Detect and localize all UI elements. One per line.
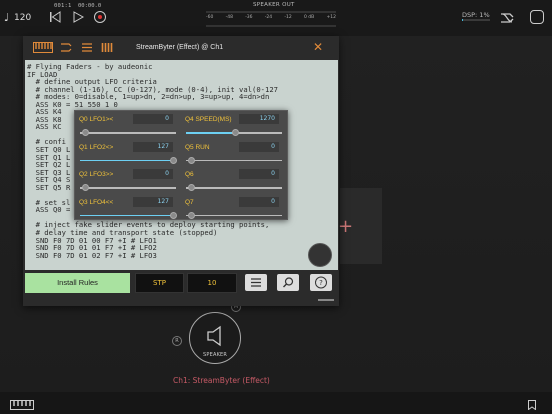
slider-track[interactable] — [80, 129, 176, 136]
slider-label: Q3 LFO4<< — [79, 198, 114, 206]
slider-track[interactable] — [80, 156, 177, 164]
sliders-panel-icon[interactable] — [101, 42, 113, 53]
slider-knob[interactable] — [188, 184, 195, 191]
meter-scale: -60 -48 -36 -24 -12 0 dB +12 — [206, 15, 336, 20]
selected-node-name: Ch1: StreamByter (Effect) — [173, 376, 270, 385]
slider-knob[interactable] — [188, 156, 195, 164]
bookmark-icon[interactable] — [528, 400, 536, 410]
slider-value[interactable]: 0 — [239, 196, 279, 207]
value-field[interactable]: 10 — [187, 273, 237, 293]
slider-control[interactable]: Q5 RUN 0 — [183, 141, 286, 167]
slider-label: Q7 — [185, 198, 194, 206]
tempo-note-icon: ♩ — [4, 11, 10, 24]
window-title: StreamByter (Effect) @ Ch1 — [136, 44, 224, 51]
slider-knob[interactable] — [170, 211, 177, 219]
meter-tick: +12 — [326, 15, 336, 20]
slider-value[interactable]: 1270 — [239, 114, 279, 124]
transport-state-field[interactable]: STP — [135, 273, 184, 293]
slider-label: Q6 — [185, 171, 194, 178]
node-badge-r[interactable]: R — [172, 336, 182, 346]
slider-control[interactable]: Q7 0 — [183, 196, 286, 222]
meter-bar-left — [206, 11, 336, 13]
slider-label: Q4 SPEED(MS) — [185, 116, 232, 123]
slider-fill — [80, 214, 172, 216]
help-icon: ? — [315, 276, 327, 289]
slider-control[interactable]: Q4 SPEED(MS) 1270 — [183, 113, 286, 139]
play-icon[interactable] — [72, 11, 84, 23]
slider-knob[interactable] — [82, 184, 89, 191]
close-icon[interactable]: ✕ — [313, 40, 323, 54]
app-root: ♩ 120 001:1 00:00.0 SPEAKER OUT -60 -48 … — [0, 0, 552, 414]
slider-track[interactable] — [186, 211, 282, 219]
list-button[interactable] — [245, 274, 267, 291]
song-time: 00:00.0 — [78, 3, 102, 9]
meter-tick: -36 — [245, 15, 253, 20]
output-meter: -60 -48 -36 -24 -12 0 dB +12 — [206, 11, 336, 31]
meter-bar-right — [206, 25, 336, 27]
slider-value[interactable]: 127 — [133, 141, 173, 152]
add-node-icon[interactable]: + — [338, 216, 353, 237]
svg-text:?: ? — [319, 279, 323, 287]
slider-track[interactable] — [186, 156, 282, 164]
routing-icon[interactable] — [500, 11, 516, 25]
tempo-value[interactable]: 120 — [14, 13, 31, 23]
meter-tick: -48 — [225, 15, 233, 20]
keyboard-icon[interactable] — [10, 400, 34, 410]
slider-label: Q0 LFO1>< — [79, 116, 114, 123]
routing-panel-icon[interactable] — [60, 42, 73, 53]
slider-value[interactable]: 0 — [133, 169, 173, 179]
search-button[interactable] — [277, 274, 299, 291]
slider-track[interactable] — [186, 129, 282, 136]
list-panel-icon[interactable] — [81, 42, 93, 53]
slider-label: Q5 RUN — [185, 143, 210, 151]
keyboard-panel-icon[interactable] — [33, 42, 53, 53]
speaker-out-label: SPEAKER OUT — [253, 2, 295, 8]
slider-knob[interactable] — [232, 129, 239, 136]
slider-track[interactable] — [186, 184, 282, 191]
resize-handle[interactable] — [318, 299, 334, 301]
meter-tick: -60 — [206, 15, 214, 20]
rewind-icon[interactable] — [49, 11, 61, 23]
slider-value[interactable]: 0 — [133, 114, 173, 124]
slider-track[interactable] — [80, 211, 177, 219]
slider-fill — [80, 159, 172, 161]
slider-track[interactable] — [80, 184, 176, 191]
dsp-label: DSP: 1% — [462, 11, 490, 19]
slider-value[interactable]: 0 — [239, 141, 279, 152]
slider-control[interactable]: Q3 LFO4<< 127 — [77, 196, 180, 222]
slider-knob[interactable] — [188, 211, 195, 219]
bottom-bar — [0, 392, 552, 414]
search-icon — [283, 277, 294, 288]
slider-panel: Q0 LFO1>< 0 Q4 SPEED(MS) 1270 Q1 LFO2<> 127 Q5… — [74, 110, 288, 220]
speaker-node-label: SPEAKER — [203, 352, 228, 358]
meter-tick: 0 dB — [303, 15, 315, 20]
record-icon[interactable] — [94, 11, 106, 23]
dsp-meter — [462, 19, 490, 21]
slider-value[interactable]: 127 — [133, 196, 173, 207]
transport-bar: ♩ 120 001:1 00:00.0 SPEAKER OUT -60 -48 … — [0, 0, 552, 36]
meter-tick: -24 — [264, 15, 273, 20]
list-icon — [251, 278, 261, 287]
slider-control[interactable]: Q6 0 — [183, 168, 286, 194]
slider-control[interactable]: Q2 LFO3>> 0 — [77, 168, 180, 194]
slider-control[interactable]: Q1 LFO2<> 127 — [77, 141, 180, 167]
slider-knob[interactable] — [170, 156, 177, 164]
slider-control[interactable]: Q0 LFO1>< 0 — [77, 113, 180, 139]
settings-icon[interactable] — [530, 10, 544, 24]
help-button[interactable]: ? — [310, 274, 332, 291]
speaker-icon — [207, 325, 221, 347]
meter-tick: -12 — [284, 15, 292, 20]
window-title-bar[interactable]: StreamByter (Effect) @ Ch1 ✕ — [23, 36, 339, 60]
slider-knob[interactable] — [82, 129, 89, 136]
slider-fill — [186, 132, 232, 134]
slider-label: Q2 LFO3>> — [79, 171, 114, 178]
slider-label: Q1 LFO2<> — [79, 143, 114, 151]
install-rules-button[interactable]: Install Rules — [25, 273, 130, 293]
scroll-knob[interactable] — [308, 243, 332, 267]
song-position: 001:1 — [54, 3, 72, 9]
slider-value[interactable]: 0 — [239, 169, 279, 179]
